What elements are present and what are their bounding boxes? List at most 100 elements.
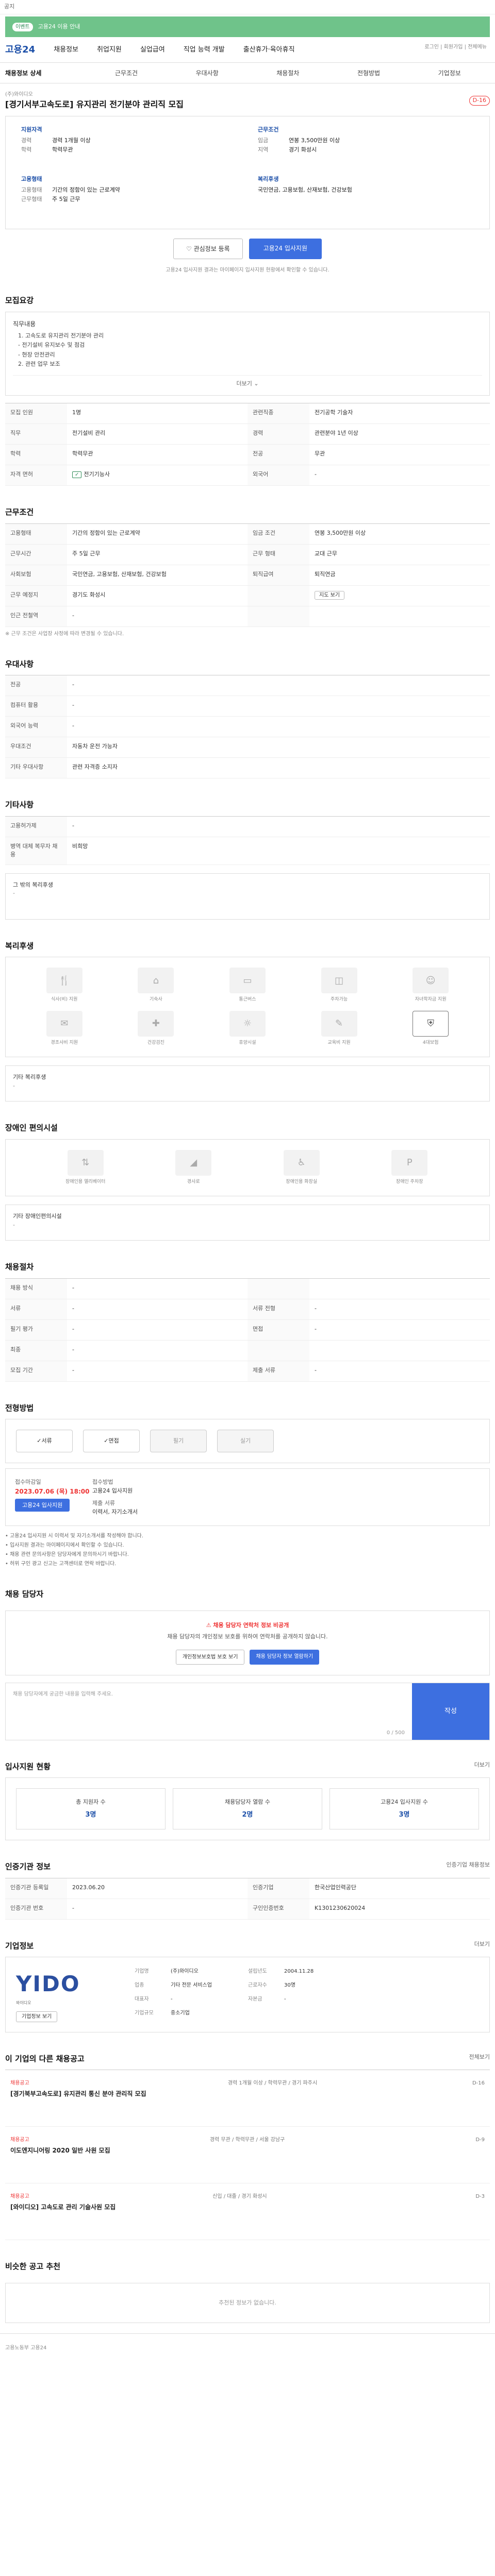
map-button[interactable]: 지도 보기 xyxy=(315,590,344,600)
info-key: 자본금 xyxy=(248,1996,262,2003)
banner-tag: 이벤트 xyxy=(12,22,33,31)
privacy-button[interactable]: 개인정보보호법 보호 보기 xyxy=(175,1649,245,1665)
cell-key: 자격 면허 xyxy=(5,465,67,486)
stat-label: 채용담당자 열람 수 xyxy=(225,1799,270,1805)
event-banner[interactable]: 이벤트 고용24 이용 안내 xyxy=(5,16,490,37)
nav-item-support[interactable]: 취업지원 xyxy=(97,45,122,55)
qa-textarea[interactable]: 채용 담당자에게 궁금한 내용을 입력해 주세요. 0 / 500 xyxy=(6,1683,412,1740)
conditions-table: 고용형태 기간의 정함이 있는 근로계약 임금 조건 연봉 3,500만원 이상 근무… xyxy=(5,523,490,627)
nav-item-leave[interactable]: 출산휴가·육아휴직 xyxy=(243,45,295,55)
cell-key: 근무시간 xyxy=(5,544,67,565)
info-value: - xyxy=(284,1996,286,2003)
tab-prefs[interactable]: 우대사항 xyxy=(167,69,248,78)
cell-value xyxy=(309,1279,490,1299)
job-list-item[interactable]: 채용공고 [와이디오] 고속도로 관리 기술사원 모집 신입 / 대졸 / 경기 … xyxy=(5,2183,490,2240)
cell-key: 직무 xyxy=(5,424,67,445)
process-step: 실기 xyxy=(217,1430,274,1452)
cell-value: 관련분야 1년 이상 xyxy=(309,424,490,445)
other-extra-label: 그 밖의 복리후생 xyxy=(13,881,53,888)
section-title-company: 기업정보 xyxy=(5,1941,34,1951)
qa-send-button[interactable]: 작성 xyxy=(412,1683,489,1740)
cell-value: 학력무관 xyxy=(67,445,248,465)
qa-placeholder: 채용 담당자에게 궁금한 내용을 입력해 주세요. xyxy=(13,1691,113,1697)
job-item-detail: 경력 무관 / 학력무관 / 서울 강남구 xyxy=(209,2137,285,2143)
stats-more-link[interactable]: 더보기 xyxy=(474,1761,490,1773)
save-job-button[interactable]: ♡ 관심정보 등록 xyxy=(173,239,243,259)
joblist-more-link[interactable]: 전체보기 xyxy=(469,2053,490,2065)
meal-icon: 🍴 xyxy=(46,968,82,993)
section-title-ai: 비슷한 공고 추천 xyxy=(5,2262,61,2271)
heart-icon: ♡ xyxy=(186,245,194,252)
process-step: ✓ 면접 xyxy=(83,1430,140,1452)
cell-key: 학력 xyxy=(5,445,67,465)
health-icon: ✚ xyxy=(138,1010,174,1037)
tab-hiring[interactable]: 채용절차 xyxy=(248,69,328,78)
apply-button-2[interactable]: 고용24 입사지원 xyxy=(15,1498,70,1512)
view-contact-button[interactable]: 채용 담당자 정보 열람하기 xyxy=(250,1649,320,1665)
cell-value: 자동차 운전 가능자 xyxy=(67,737,490,758)
nav-item-training[interactable]: 직업 능력 개발 xyxy=(184,45,225,55)
facility-item: P 장애인 주차장 xyxy=(361,1149,459,1186)
stat-value: 3명 xyxy=(85,1810,96,1819)
insurance-icon: ⛨ xyxy=(412,1010,449,1037)
history-badge: 인증기업 채용정보 xyxy=(446,1861,490,1868)
welfare-item: ◫ 주차가능 xyxy=(301,968,377,1004)
info-value: (주)와이디오 xyxy=(171,1969,199,1974)
tab-conditions[interactable]: 근무조건 xyxy=(86,69,167,78)
cell-value: 한국산업인력공단 xyxy=(309,1878,490,1899)
other-table: 고용허가제 - 병역 대체 복무자 채용 비희망 xyxy=(5,816,490,865)
summary-label-cond: 근무조건 xyxy=(258,126,279,133)
cell-key: 고용형태 xyxy=(5,523,67,545)
period-label: 접수마감일 xyxy=(15,1479,41,1485)
util-links[interactable]: 로그인 | 회원가입 | 전체메뉴 xyxy=(424,43,487,51)
cell-value: - xyxy=(67,717,490,737)
summary-key: 경력 xyxy=(21,137,32,144)
nav-item-jobs[interactable]: 채용정보 xyxy=(54,45,78,55)
cell-key: 퇴직급여 xyxy=(248,565,309,586)
job-title: [경기서부고속도로] 유지관리 전기분야 관리직 모집 xyxy=(5,99,184,109)
tab-detail[interactable]: 채용정보 상세 xyxy=(5,69,86,78)
nav-item-benefits[interactable]: 실업급여 xyxy=(140,45,165,55)
method-value: 고용24 입사지원 xyxy=(92,1487,133,1494)
site-logo[interactable]: 고용24 xyxy=(5,43,35,57)
cell-key: 임금 조건 xyxy=(248,523,309,545)
company-info-button[interactable]: 기업정보 보기 xyxy=(16,2011,58,2022)
company-brand: YIDO xyxy=(16,1971,80,1996)
welfare-extra-label: 기타 복리후생 xyxy=(13,1074,46,1080)
company-box: YIDO 와이디오 기업정보 보기 기업명 (주)와이디오 설립년도 2004.11.… xyxy=(5,1957,490,2032)
tab-company[interactable]: 기업정보 xyxy=(409,69,490,78)
job-item-detail: 경력 1개월 이상 / 학력무관 / 경기 파주시 xyxy=(227,2080,318,2086)
more-toggle[interactable]: 더보기 ⌄ xyxy=(13,375,482,388)
job-list-item[interactable]: 채용공고 [경기북부고속도로] 유지관리 통신 분야 관리직 모집 경력 1개월 … xyxy=(5,2070,490,2127)
cell-key: 인근 전철역 xyxy=(5,606,67,627)
duty-line: - 전기설비 유지보수 및 점검 xyxy=(18,342,85,348)
cell-value: 전기설비 관리 xyxy=(67,424,248,445)
cell-value: - xyxy=(309,1299,490,1320)
duty-line: 1. 고속도로 유지관리 전기분야 관리 xyxy=(18,332,104,339)
job-co: 채용공고 xyxy=(10,2080,29,2086)
summary-value: 주 5일 근무 xyxy=(52,196,80,202)
job-co: 채용공고 xyxy=(10,2194,29,2199)
stat-value: 3명 xyxy=(399,1810,410,1819)
cell-key: 면접 xyxy=(248,1319,309,1341)
cell-value: 2023.06.20 xyxy=(67,1878,248,1899)
cell-key xyxy=(248,585,309,606)
cell-value: - xyxy=(309,1320,490,1341)
info-value: 2004.11.28 xyxy=(284,1969,314,1974)
info-key: 기업명 xyxy=(135,1969,149,1974)
job-list-item[interactable]: 채용공고 이도엔지니어링 2020 일반 사원 모집 경력 무관 / 학력무관 /… xyxy=(5,2127,490,2183)
facility-item: ⇅ 장애인용 엘리베이터 xyxy=(37,1149,135,1186)
cell-key: 구인인증번호 xyxy=(248,1899,309,1920)
stat-card: 채용담당자 열람 수 2명 xyxy=(173,1788,322,1829)
main-nav: 고용24 채용정보 취업지원 실업급여 직업 능력 개발 출산휴가·육아휴직 xyxy=(0,37,495,63)
car-icon: ◫ xyxy=(321,968,357,993)
welfare-label: 식사(비) 지원 xyxy=(51,997,78,1002)
stat-label: 고용24 입사지원 수 xyxy=(381,1799,428,1805)
apply-button[interactable]: 고용24 입사지원 xyxy=(249,239,322,259)
cell-value: - xyxy=(67,675,490,696)
company-more-link[interactable]: 더보기 xyxy=(474,1940,490,1952)
cell-key xyxy=(248,1278,309,1299)
check-badge: ✓ xyxy=(72,471,82,478)
tab-process[interactable]: 전형방법 xyxy=(328,69,409,78)
facility-extra-value: - xyxy=(13,1221,15,1228)
